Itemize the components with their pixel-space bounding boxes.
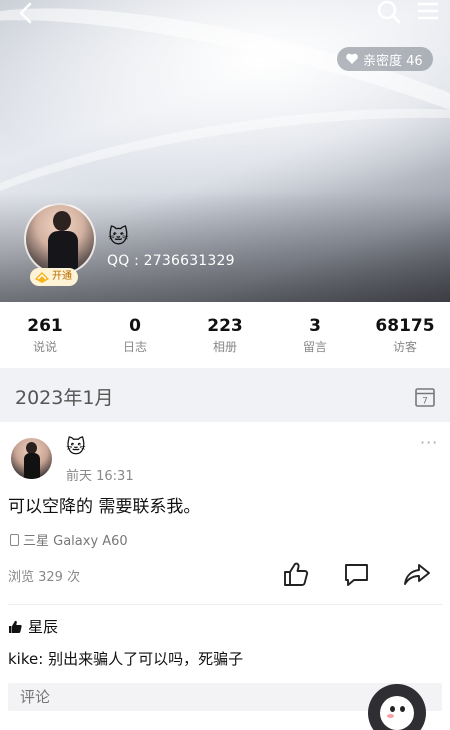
stat-value: 261: [27, 315, 63, 336]
share-icon[interactable]: [403, 561, 431, 587]
stats-bar: 261 说说 0 日志 223 相册 3 留言 68175 访客: [0, 302, 450, 368]
nickname-emoji: 🐱: [108, 224, 129, 248]
comment-item: kike: 别出来骗人了可以吗，死骗子: [8, 648, 243, 669]
more-options-icon[interactable]: ···: [420, 435, 442, 452]
stat-shuoshuo[interactable]: 261 说说: [0, 316, 90, 355]
post-author-avatar[interactable]: [11, 438, 52, 479]
stat-album[interactable]: 223 相册: [180, 316, 270, 355]
stat-label: 说说: [32, 339, 57, 354]
intimacy-label: 亲密度 46: [363, 53, 423, 69]
comment-text: 别出来骗人了可以吗，死骗子: [43, 650, 244, 668]
comment-icon[interactable]: [343, 562, 370, 587]
vip-badge-label: 开通: [52, 271, 72, 282]
month-header: 2023年1月 7: [0, 368, 450, 422]
phone-icon: [10, 533, 19, 546]
vip-open-badge[interactable]: 开通: [30, 268, 78, 286]
stat-value: 68175: [375, 315, 435, 336]
stat-label: 日志: [122, 339, 147, 354]
stat-label: 访客: [392, 339, 417, 354]
month-title: 2023年1月: [15, 387, 114, 409]
stat-label: 留言: [302, 339, 327, 354]
menu-icon[interactable]: [414, 0, 442, 26]
post-author-name[interactable]: 🐱: [66, 436, 86, 458]
intimacy-badge[interactable]: 亲密度 46: [337, 47, 433, 71]
qq-number: QQ : 2736631329: [107, 253, 235, 269]
device-name: 三星 Galaxy A60: [23, 534, 128, 549]
likes-row: 星辰: [8, 616, 58, 637]
stat-blog[interactable]: 0 日志: [90, 316, 180, 355]
divider: [8, 604, 442, 605]
calendar-day: 7: [422, 397, 428, 407]
calendar-icon[interactable]: 7: [414, 386, 436, 408]
liker-name[interactable]: 星辰: [28, 616, 58, 637]
profile-avatar[interactable]: [24, 203, 96, 275]
stat-value: 0: [129, 315, 141, 336]
post-device: 三星 Galaxy A60: [10, 530, 128, 549]
heart-icon: [346, 53, 358, 64]
stat-label: 相册: [212, 339, 237, 354]
post-time: 前天 16:31: [66, 469, 134, 484]
stat-messages[interactable]: 3 留言: [270, 316, 360, 355]
vip-wing-icon: [35, 272, 49, 283]
stat-value: 3: [309, 315, 321, 336]
search-icon[interactable]: [374, 0, 404, 26]
view-count: 浏览 329 次: [8, 570, 81, 585]
thumb-up-icon: [9, 620, 22, 633]
stat-value: 223: [207, 315, 243, 336]
comment-user[interactable]: kike:: [8, 650, 43, 668]
stat-visitors[interactable]: 68175 访客: [360, 316, 450, 355]
back-arrow-icon[interactable]: [12, 0, 40, 26]
like-icon[interactable]: [282, 561, 309, 587]
post-text: 可以空降的 需要联系我。: [8, 497, 201, 517]
